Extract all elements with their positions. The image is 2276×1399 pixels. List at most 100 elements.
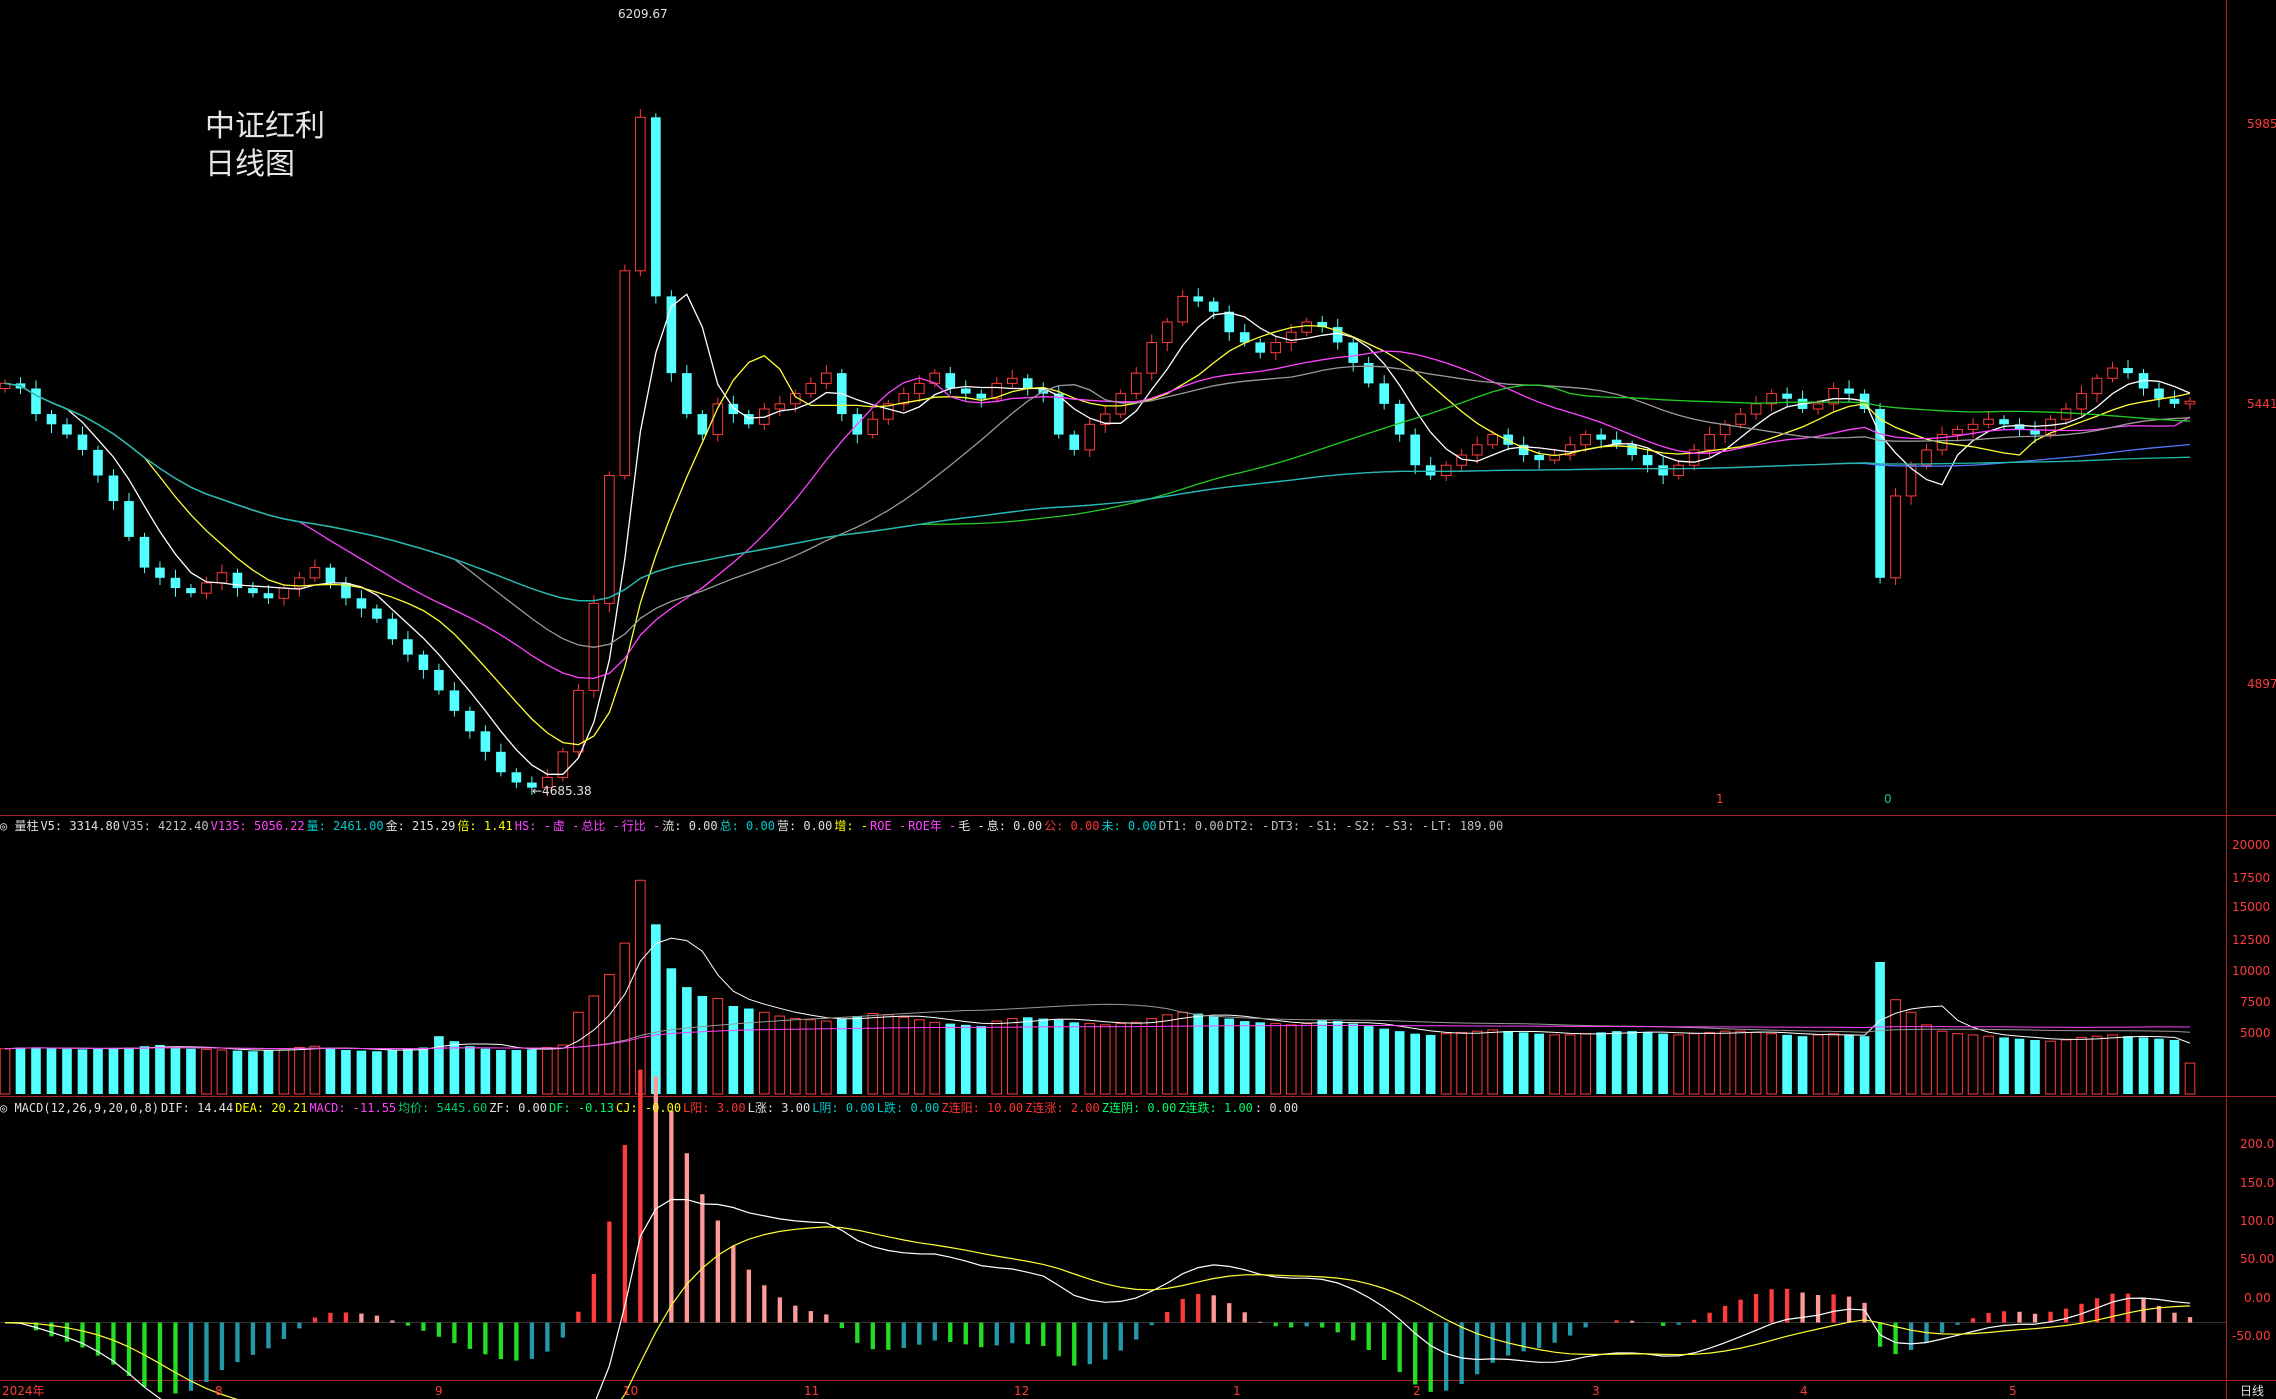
volume-bar — [1239, 1021, 1250, 1094]
volume-bar — [635, 879, 646, 1095]
volume-bar — [1735, 1030, 1746, 1095]
volume-bar — [2107, 1034, 2118, 1095]
volume-bar — [356, 1050, 367, 1094]
volume-bar — [960, 1024, 971, 1094]
vol-info-item: HS: - — [514, 819, 551, 833]
macd-info-item: L阳: 3.00 — [683, 1101, 746, 1115]
volume-bar — [666, 968, 677, 1094]
volume-bar — [263, 1050, 274, 1094]
volume-bar — [93, 1048, 103, 1094]
candle-body — [1115, 393, 1127, 415]
volume-bar — [1208, 1016, 1219, 1094]
volume-bar — [155, 1044, 165, 1094]
macd-info-item: MACD: -11.55 — [309, 1101, 397, 1115]
macd-info-item: L跌: 0.00 — [876, 1101, 940, 1115]
date-label-9: 9 — [435, 1384, 443, 1398]
volume-bar — [511, 1050, 522, 1094]
candle-body — [976, 393, 987, 399]
macd-info-item: DIF: 14.44 — [160, 1101, 234, 1115]
volume-bar — [1053, 1019, 1064, 1094]
candle-body — [1890, 495, 1901, 579]
candle-body — [2154, 388, 2164, 399]
candle-body — [186, 588, 196, 594]
price-panel — [0, 109, 2196, 797]
volume-bar — [1006, 1018, 1018, 1095]
volume-bar — [1518, 1032, 1529, 1094]
candle-body — [651, 117, 661, 297]
volume-bar — [232, 1050, 243, 1094]
volume-bar — [201, 1048, 212, 1095]
vol-tick-10000: 10000 — [2232, 964, 2270, 978]
volume-bar — [1859, 1036, 1870, 1094]
chart-canvas: 5985 5441 4897 6209.67 ←4685.38 1 0 2000… — [0, 0, 2276, 1399]
candle-body — [2107, 367, 2118, 379]
volume-bar — [1782, 1034, 1792, 1094]
volume-bar — [1348, 1023, 1358, 1094]
volume-bar — [1440, 1033, 1452, 1095]
chart-title-line1: 中证红利 — [205, 109, 325, 144]
macd-info-row: ◎ MACD(12,26,9,20,0,8) DIF: 14.44 DEA: 20.… — [0, 1098, 1300, 1118]
volume-bar — [1983, 1035, 1994, 1095]
candle-body — [635, 116, 646, 272]
vol-info-item: 总: 0.00 — [719, 819, 775, 833]
macd-info-item: Z连阳: 10.00 — [941, 1101, 1024, 1115]
volume-bar — [604, 974, 615, 1095]
volume-bar — [1875, 962, 1885, 1094]
volume-bar — [1099, 1024, 1111, 1095]
volume-bar — [1379, 1028, 1389, 1094]
marker-0: 0 — [1884, 792, 1892, 806]
volume-bar — [991, 1020, 1003, 1095]
candle-body — [1580, 434, 1591, 446]
macd-info-item: : 0.00 — [1254, 1101, 1299, 1115]
candle-body — [1069, 434, 1080, 450]
vol-info-item: DT3: - — [1271, 819, 1315, 833]
candle-body — [201, 582, 212, 594]
candle-body — [2169, 398, 2180, 404]
date-label-12: 12 — [1014, 1384, 1029, 1398]
volume-bar — [387, 1050, 398, 1094]
volume-bar — [527, 1049, 537, 1094]
volume-bar — [1642, 1032, 1653, 1094]
volume-bar — [882, 1014, 894, 1095]
candle-body — [1301, 321, 1313, 333]
candle-body — [1379, 383, 1389, 404]
ma-line-10 — [4, 324, 2191, 746]
candle-body — [403, 639, 413, 655]
macd-tick-0: 0.00 — [2244, 1291, 2271, 1305]
volume-bar — [1999, 1037, 2009, 1094]
candle-body — [960, 388, 971, 394]
volume-bar — [1503, 1031, 1513, 1094]
candle-body — [1658, 465, 1668, 476]
vol-info-item: 毛 - — [958, 819, 985, 833]
volume-bar — [1022, 1017, 1033, 1094]
candle-body — [1410, 434, 1420, 466]
candle-body — [2091, 377, 2103, 395]
macd-panel — [0, 1069, 2226, 1399]
volume-info-row: ◎ 量柱 V5: 3314.80 V35: 4212.40 V135: 5056.22… — [0, 816, 1505, 836]
candle-body — [1224, 311, 1235, 333]
candle-body — [372, 608, 382, 619]
vol-info-item: 流: 0.00 — [662, 819, 718, 833]
volume-bar — [945, 1023, 956, 1094]
volume-bar — [867, 1013, 879, 1095]
volume-bar — [1394, 1031, 1405, 1094]
candle-body — [1673, 464, 1684, 476]
volume-bar — [248, 1051, 258, 1094]
candle-body — [1812, 403, 1824, 410]
volume-bar — [1069, 1022, 1080, 1094]
candle-body — [1208, 301, 1219, 312]
volume-bar — [2184, 1062, 2196, 1095]
candle-body — [867, 418, 879, 436]
candle-body — [1844, 388, 1854, 394]
vol-tick-20000: 20000 — [2232, 838, 2270, 852]
period-label[interactable]: 日线 — [2240, 1384, 2264, 1398]
candle-body — [263, 593, 274, 599]
volume-bar — [651, 924, 661, 1094]
vol-info-item: ROE年 - — [908, 819, 957, 833]
vol-info-item: LT: 189.00 — [1430, 819, 1504, 833]
candle-body — [728, 403, 739, 415]
candle-body — [465, 710, 475, 732]
candle-body — [2076, 393, 2087, 410]
vol-info-item: 公: 0.00 — [1044, 819, 1100, 833]
volume-bar — [728, 1006, 739, 1094]
